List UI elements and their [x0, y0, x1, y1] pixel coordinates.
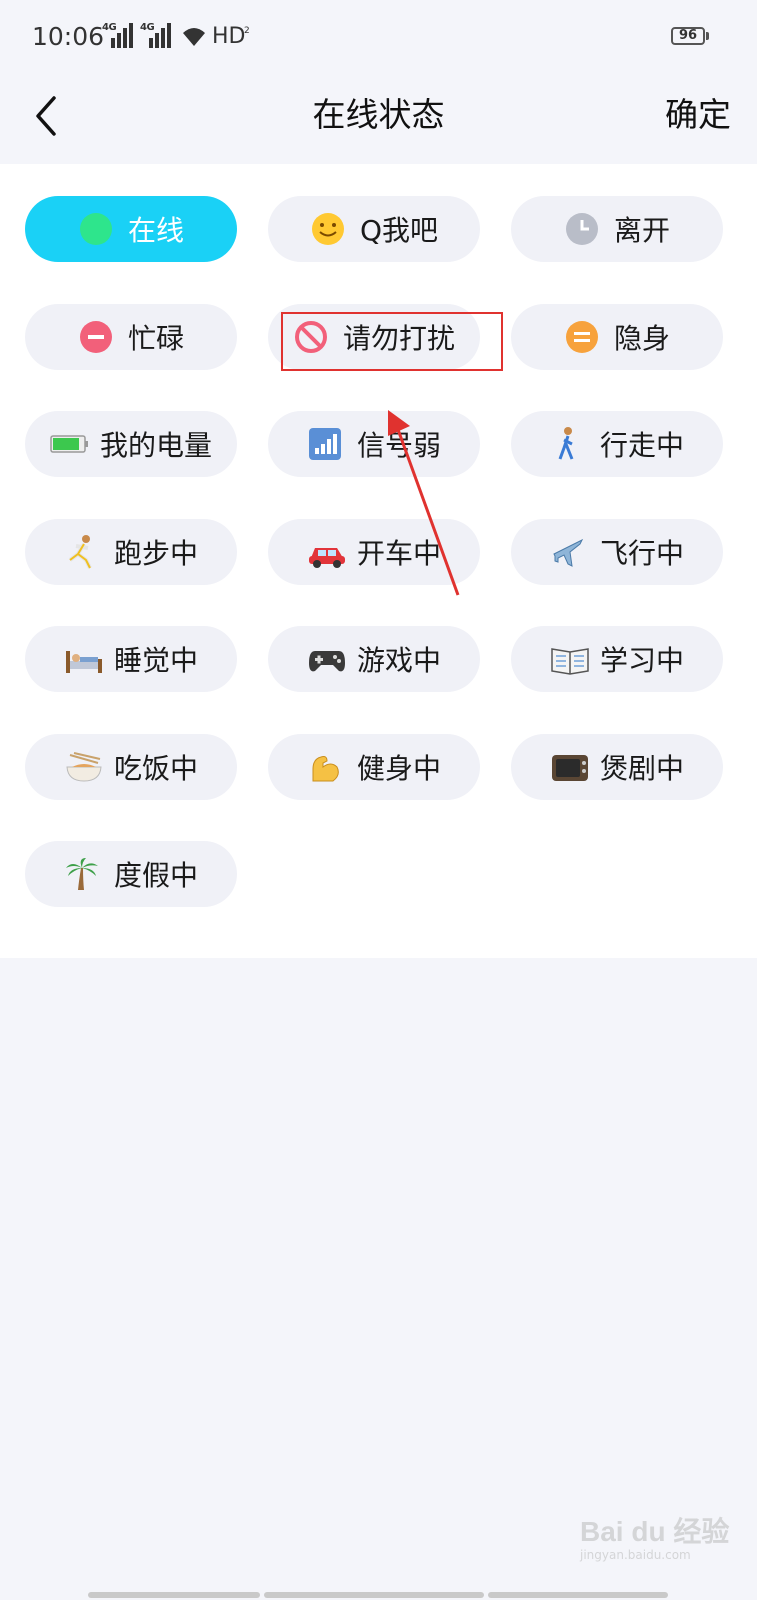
status-option-label: 煲剧中 [599, 752, 684, 785]
status-option-label: 学习中 [599, 644, 684, 677]
page-title: 在线状态 [312, 95, 445, 134]
hd-sub: 2 [244, 26, 250, 36]
status-option-label: 健身中 [356, 752, 441, 785]
running-icon [64, 534, 100, 570]
clock-icon [564, 211, 600, 247]
status-option[interactable]: 行走中 [511, 411, 723, 477]
signal-icon [307, 426, 343, 462]
nav-bar: 在线状态 确定 [0, 78, 757, 164]
status-option[interactable]: 睡觉中 [25, 626, 237, 692]
status-option-label: 飞行中 [599, 537, 684, 570]
status-option-label: 在线 [127, 214, 184, 247]
status-option-label: 吃饭中 [113, 752, 198, 785]
status-bar: 10:06 4G 4G HD 2 96 [0, 0, 757, 78]
annotation-highlight-box [281, 312, 503, 371]
home-indicator [488, 1592, 668, 1598]
confirm-button[interactable]: 确定 [665, 88, 731, 136]
status-option[interactable]: 煲剧中 [511, 734, 723, 800]
status-option[interactable]: 离开 [511, 196, 723, 262]
signal-2-icon: 4G [140, 22, 171, 48]
status-option[interactable]: 飞行中 [511, 519, 723, 585]
status-option-label: 度假中 [113, 859, 198, 892]
busy-icon [78, 319, 114, 355]
status-option[interactable]: 在线 [25, 196, 237, 262]
car-icon [307, 534, 345, 570]
status-option-label: 忙碌 [127, 322, 184, 355]
status-option[interactable]: 我的电量 [25, 411, 237, 477]
battery-icon: 96 [671, 27, 705, 45]
status-option-label: Q我吧 [359, 214, 439, 247]
television-icon [550, 749, 588, 785]
book-icon [550, 641, 589, 677]
bed-icon [64, 641, 102, 677]
invisible-icon [564, 319, 600, 355]
status-option-label: 游戏中 [356, 644, 441, 677]
noodle-bowl-icon [64, 749, 102, 785]
status-option[interactable]: 度假中 [25, 841, 237, 907]
baidu-watermark-logo: Bai du 经验 jingyan.baidu.com [580, 1516, 730, 1562]
airplane-icon [550, 534, 586, 570]
signal-1-icon: 4G [102, 22, 133, 48]
battery-tip [706, 32, 709, 40]
smiley-icon [310, 211, 346, 247]
home-indicator [88, 1592, 260, 1598]
status-option-label: 睡觉中 [113, 644, 198, 677]
status-option-label: 跑步中 [113, 537, 198, 570]
annotation-arrow [388, 410, 460, 596]
status-option[interactable]: 忙碌 [25, 304, 237, 370]
walking-icon [550, 426, 586, 462]
status-option-label: 行走中 [599, 429, 684, 462]
status-option[interactable]: 隐身 [511, 304, 723, 370]
online-dot-icon [78, 211, 114, 247]
status-option-label: 离开 [613, 214, 670, 247]
palm-tree-icon [64, 856, 100, 892]
wifi-icon [183, 28, 205, 46]
status-time: 10:06 [32, 22, 105, 51]
gamepad-icon [307, 641, 345, 677]
flexed-biceps-icon [307, 749, 343, 785]
hd-label: HD [212, 24, 246, 49]
battery-icon [50, 426, 88, 462]
status-option[interactable]: 健身中 [268, 734, 480, 800]
status-option[interactable]: 游戏中 [268, 626, 480, 692]
status-option[interactable]: 学习中 [511, 626, 723, 692]
status-option[interactable]: 跑步中 [25, 519, 237, 585]
status-option[interactable]: Q我吧 [268, 196, 480, 262]
status-option-label: 我的电量 [99, 429, 212, 462]
status-option[interactable]: 吃饭中 [25, 734, 237, 800]
home-indicator [264, 1592, 484, 1598]
status-option-label: 隐身 [613, 322, 670, 355]
